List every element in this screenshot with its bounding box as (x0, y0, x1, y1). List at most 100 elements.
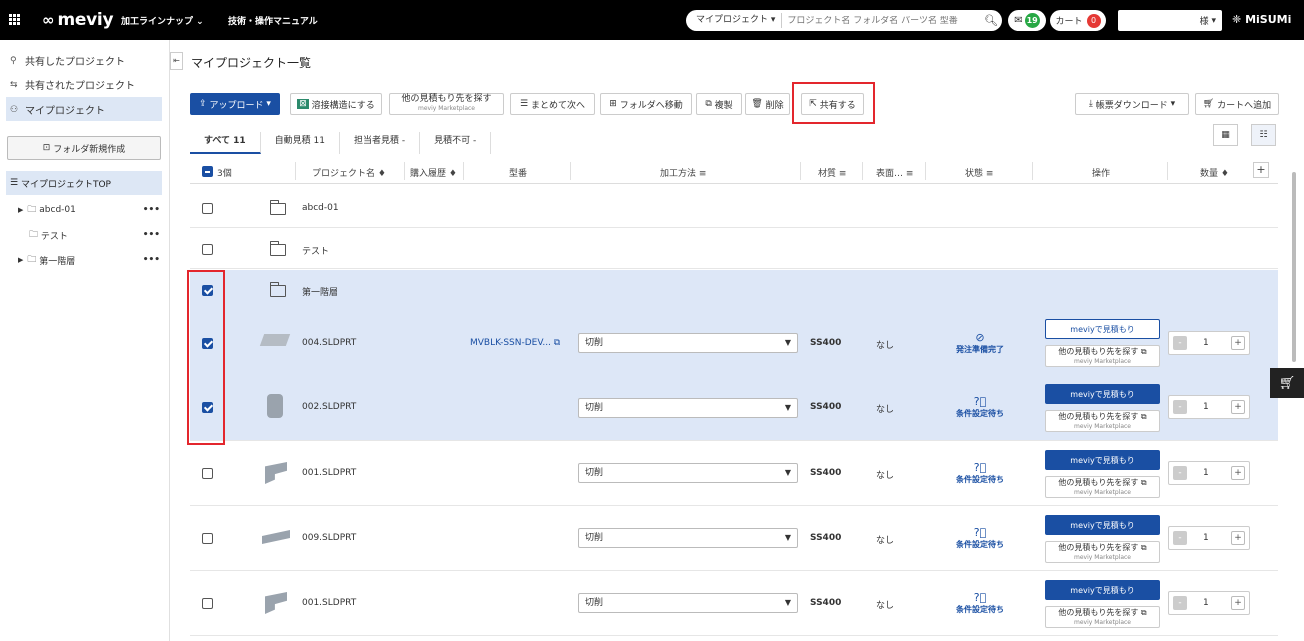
row-name[interactable]: 001.SLDPRT (302, 468, 356, 478)
method-select[interactable]: 切削 ▼ (578, 593, 798, 613)
copy-icon[interactable]: ⧉ (554, 338, 560, 348)
row-checkbox[interactable] (202, 533, 213, 544)
meviy-quote-button[interactable]: meviyで見積もり (1045, 515, 1160, 535)
report-download-button[interactable]: ⤓ 帳票ダウンロード ▾ (1075, 93, 1189, 115)
quantity-value[interactable]: 1 (1203, 338, 1209, 348)
header-project-name[interactable]: プロジェクト名 ♦ (312, 166, 386, 179)
quantity-value[interactable]: 1 (1203, 533, 1209, 543)
add-to-cart-button[interactable]: 🛒︎ カートへ追加 (1195, 93, 1279, 115)
select-all-checkbox[interactable] (202, 166, 213, 177)
misumi-logo[interactable]: ❈ MiSUMi (1232, 13, 1291, 26)
part-thumbnail[interactable] (265, 592, 287, 614)
tab-auto-quote[interactable]: 自動見積 11 (261, 132, 340, 154)
row-checkbox[interactable] (202, 468, 213, 479)
table-row[interactable]: 002.SLDPRT 切削 ▼ SS400 なし ?⃝ 条件設定待ち meviyで見… (190, 376, 1278, 441)
list-view-button[interactable]: ☷ (1251, 124, 1276, 146)
bulk-next-button[interactable]: ☰ まとめて次へ (510, 93, 595, 115)
tree-item-level1[interactable]: ▶ 🗀︎ 第一階層 ••• (18, 252, 162, 268)
other-quote-button[interactable]: 他の見積もり先を探す ⧉ meviy Marketplace (1045, 410, 1160, 432)
other-quote-button[interactable]: 他の見積もり先を探す ⧉ meviy Marketplace (1045, 606, 1160, 628)
tree-item-test[interactable]: 🗀︎ テスト ••• (18, 227, 162, 243)
row-name[interactable]: abcd-01 (302, 203, 339, 213)
tree-item-abcd-01[interactable]: ▶ 🗀︎ abcd-01 ••• (18, 202, 162, 218)
header-material[interactable]: 材質 ≡ (818, 166, 846, 179)
method-select[interactable]: 切削 ▼ (578, 528, 798, 548)
sidebar-item-shared-by-me[interactable]: ⚲ 共有したプロジェクト (10, 53, 125, 69)
table-row[interactable]: 第一階層 (190, 270, 1278, 312)
row-name[interactable]: 002.SLDPRT (302, 402, 356, 412)
tree-my-project-top[interactable]: ☰ マイプロジェクトTOP (6, 171, 162, 195)
header-quantity[interactable]: 数量 ♦ (1200, 166, 1229, 179)
part-thumbnail[interactable] (265, 462, 287, 484)
header-method[interactable]: 加工方法 ≡ (660, 166, 706, 179)
caret-right-icon[interactable]: ▶ (18, 206, 23, 214)
row-checkbox[interactable] (202, 598, 213, 609)
quantity-value[interactable]: 1 (1203, 598, 1209, 608)
header-surface[interactable]: 表面… ≡ (876, 166, 913, 179)
sidebar-item-shared-with-me[interactable]: ⇆ 共有されたプロジェクト (10, 77, 135, 93)
upload-button[interactable]: ⇪ アップロード ▾ (190, 93, 280, 115)
grid-view-button[interactable]: ▦ (1213, 124, 1238, 146)
tab-staff-quote[interactable]: 担当者見積 - (340, 132, 421, 154)
meviy-quote-button[interactable]: meviyで見積もり (1045, 319, 1160, 339)
weld-structure-button[interactable]: ⊠ 溶接構造にする (290, 93, 382, 115)
search-scope-select[interactable]: マイプロジェクト ▾ (686, 13, 783, 28)
meviy-logo[interactable]: ∞ meviy (42, 9, 114, 31)
increment-button[interactable]: + (1231, 336, 1245, 350)
table-row[interactable]: abcd-01 (190, 188, 1278, 228)
move-folder-button[interactable]: ⊞ フォルダへ移動 (600, 93, 692, 115)
row-name[interactable]: 004.SLDPRT (302, 338, 356, 348)
part-thumbnail[interactable] (267, 394, 283, 418)
row-checkbox[interactable] (202, 203, 213, 214)
header-purchase-history[interactable]: 購入履歴 ♦ (410, 166, 457, 179)
other-quote-button[interactable]: 他の見積もり先を探す ⧉ meviy Marketplace (1045, 476, 1160, 498)
floating-cart-button[interactable]: 🛒︎ (1270, 368, 1304, 398)
decrement-button[interactable]: - (1173, 466, 1187, 480)
table-row[interactable]: 009.SLDPRT 切削 ▼ SS400 なし ?⃝ 条件設定待ち meviyで見… (190, 507, 1278, 571)
row-checkbox[interactable] (202, 244, 213, 255)
table-row[interactable]: 001.SLDPRT 切削 ▼ SS400 なし ?⃝ 条件設定待ち meviyで見… (190, 442, 1278, 506)
other-quote-button[interactable]: 他の見積もり先を探す ⧉ meviy Marketplace (1045, 345, 1160, 367)
decrement-button[interactable]: - (1173, 531, 1187, 545)
tab-unquotable[interactable]: 見積不可 - (420, 132, 492, 154)
row-name[interactable]: テスト (302, 244, 329, 257)
app-grid-icon[interactable] (9, 14, 20, 25)
decrement-button[interactable]: - (1173, 400, 1187, 414)
copy-button[interactable]: ⧉ 複製 (696, 93, 742, 115)
mail-button[interactable]: ✉ 19 (1008, 10, 1046, 31)
method-select[interactable]: 切削 ▼ (578, 398, 798, 418)
more-icon[interactable]: ••• (143, 255, 160, 265)
row-name[interactable]: 第一階層 (302, 285, 338, 298)
table-row[interactable]: テスト (190, 229, 1278, 269)
delete-button[interactable]: 🗑︎ 削除 (745, 93, 790, 115)
add-column-button[interactable]: + (1253, 162, 1269, 178)
method-select[interactable]: 切削 ▼ (578, 333, 798, 353)
scrollbar-thumb[interactable] (1292, 172, 1296, 362)
more-icon[interactable]: ••• (143, 230, 160, 240)
table-row[interactable]: 001.SLDPRT 切削 ▼ SS400 なし ?⃝ 条件設定待ち meviyで見… (190, 572, 1278, 636)
search-input[interactable] (782, 15, 980, 26)
decrement-button[interactable]: - (1173, 336, 1187, 350)
header-status[interactable]: 状態 ≡ (965, 166, 993, 179)
other-quote-toolbar-button[interactable]: 他の見積もり先を探す meviy Marketplace (389, 93, 504, 115)
part-thumbnail[interactable] (262, 530, 290, 544)
increment-button[interactable]: + (1231, 596, 1245, 610)
search-icon[interactable]: 🔍︎ (980, 14, 1002, 27)
user-menu-button[interactable]: 様 ▾ (1118, 10, 1222, 31)
method-select[interactable]: 切削 ▼ (578, 463, 798, 483)
increment-button[interactable]: + (1231, 466, 1245, 480)
row-name[interactable]: 009.SLDPRT (302, 533, 356, 543)
other-quote-button[interactable]: 他の見積もり先を探す ⧉ meviy Marketplace (1045, 541, 1160, 563)
sidebar-collapse-button[interactable]: ⇤ (170, 52, 183, 70)
sidebar-item-my-project[interactable]: ⚇ マイプロジェクト (10, 102, 105, 118)
meviy-quote-button[interactable]: meviyで見積もり (1045, 450, 1160, 470)
meviy-quote-button[interactable]: meviyで見積もり (1045, 580, 1160, 600)
row-name[interactable]: 001.SLDPRT (302, 598, 356, 608)
table-scrollbar[interactable] (1290, 158, 1298, 638)
increment-button[interactable]: + (1231, 531, 1245, 545)
meviy-quote-button[interactable]: meviyで見積もり (1045, 384, 1160, 404)
cart-button[interactable]: カート 0 (1050, 10, 1106, 31)
quantity-value[interactable]: 1 (1203, 468, 1209, 478)
model-number-link[interactable]: MVBLK-SSN-DEV... ⧉ (470, 338, 560, 348)
quantity-value[interactable]: 1 (1203, 402, 1209, 412)
